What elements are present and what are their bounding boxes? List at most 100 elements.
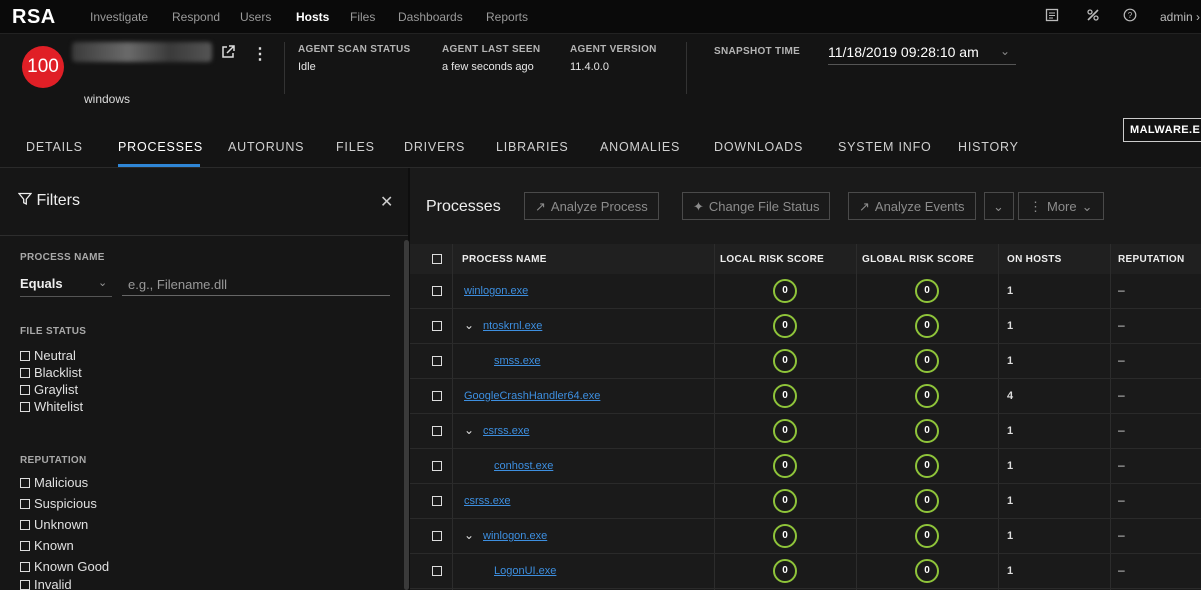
- checkbox[interactable]: [20, 580, 30, 590]
- analyze-events-dropdown[interactable]: ⌄: [984, 192, 1014, 220]
- expand-chevron-icon[interactable]: ⌄: [464, 318, 474, 332]
- tools-icon[interactable]: [1085, 8, 1101, 24]
- tab-files[interactable]: FILES: [336, 140, 375, 154]
- snapshot-time-select[interactable]: 11/18/2019 09:28:10 am: [828, 44, 979, 60]
- tab-libraries[interactable]: LIBRARIES: [496, 140, 569, 154]
- reputation-suspicious[interactable]: Suspicious: [20, 496, 97, 511]
- analyze-process-button[interactable]: ↗ Analyze Process: [524, 192, 659, 220]
- checkbox[interactable]: [20, 520, 30, 530]
- table-row[interactable]: ⌄ ntoskrnl.exe 0 0 1 –: [410, 309, 1201, 344]
- malware-button[interactable]: MALWARE.E: [1123, 118, 1201, 142]
- row-checkbox[interactable]: [432, 531, 442, 541]
- checkbox[interactable]: [20, 385, 30, 395]
- process-name-link[interactable]: csrss.exe: [483, 425, 529, 437]
- file-status-blacklist[interactable]: Blacklist: [20, 365, 82, 380]
- process-name-link[interactable]: LogonUI.exe: [494, 565, 556, 577]
- rsa-logo[interactable]: RSA: [12, 6, 56, 29]
- chevron-down-icon: ⌄: [1081, 199, 1093, 214]
- chevron-down-icon[interactable]: ⌄: [1000, 44, 1010, 58]
- col-on-hosts[interactable]: ON HOSTS: [1007, 254, 1062, 265]
- checkbox[interactable]: [20, 541, 30, 551]
- nav-respond[interactable]: Respond: [172, 10, 220, 24]
- filters-scrollbar[interactable]: [404, 240, 409, 590]
- tab-downloads[interactable]: DOWNLOADS: [714, 140, 803, 154]
- checkbox[interactable]: [20, 478, 30, 488]
- file-status-graylist[interactable]: Graylist: [20, 382, 78, 397]
- tab-system-info[interactable]: SYSTEM INFO: [838, 140, 932, 154]
- checkbox[interactable]: [20, 562, 30, 572]
- process-name-input[interactable]: [122, 274, 390, 296]
- reputation-value: –: [1118, 318, 1125, 332]
- row-checkbox[interactable]: [432, 461, 442, 471]
- filter-icon: [17, 192, 33, 209]
- reputation-invalid[interactable]: Invalid: [20, 577, 72, 590]
- reputation-malicious[interactable]: Malicious: [20, 475, 88, 490]
- user-menu[interactable]: admin ›: [1160, 10, 1200, 24]
- chevron-down-icon[interactable]: ⌄: [98, 276, 107, 289]
- table-row[interactable]: winlogon.exe 0 0 1 –: [410, 274, 1201, 309]
- table-header: PROCESS NAME LOCAL RISK SCORE GLOBAL RIS…: [410, 244, 1201, 274]
- table-row[interactable]: csrss.exe 0 0 1 –: [410, 484, 1201, 519]
- reputation-known-good[interactable]: Known Good: [20, 559, 109, 574]
- process-name-link[interactable]: winlogon.exe: [464, 285, 528, 297]
- table-row[interactable]: smss.exe 0 0 1 –: [410, 344, 1201, 379]
- close-icon[interactable]: ✕: [380, 192, 393, 212]
- nav-users[interactable]: Users: [240, 10, 271, 24]
- more-options-icon[interactable]: ⋮: [252, 44, 268, 64]
- col-process-name[interactable]: PROCESS NAME: [462, 254, 547, 265]
- row-checkbox[interactable]: [432, 356, 442, 366]
- col-reputation[interactable]: REPUTATION: [1118, 254, 1185, 265]
- nav-dashboards[interactable]: Dashboards: [398, 10, 463, 24]
- external-link-icon[interactable]: [220, 44, 236, 65]
- row-checkbox[interactable]: [432, 566, 442, 576]
- checkbox[interactable]: [20, 351, 30, 361]
- divider: [686, 42, 687, 94]
- tab-processes[interactable]: PROCESSES: [118, 140, 203, 154]
- more-button[interactable]: ⋮ More ⌄: [1018, 192, 1104, 220]
- select-all-checkbox[interactable]: [432, 254, 442, 264]
- row-checkbox[interactable]: [432, 391, 442, 401]
- process-name-link[interactable]: smss.exe: [494, 355, 540, 367]
- file-status-neutral[interactable]: Neutral: [20, 348, 76, 363]
- process-name-link[interactable]: ntoskrnl.exe: [483, 320, 542, 332]
- nav-investigate[interactable]: Investigate: [90, 10, 148, 24]
- nav-hosts[interactable]: Hosts: [296, 10, 329, 24]
- col-global-risk-score[interactable]: GLOBAL RISK SCORE: [862, 254, 974, 265]
- col-local-risk-score[interactable]: LOCAL RISK SCORE: [720, 254, 824, 265]
- table-row[interactable]: ⌄ csrss.exe 0 0 1 –: [410, 414, 1201, 449]
- analyze-events-button[interactable]: ↗ Analyze Events: [848, 192, 976, 220]
- table-row[interactable]: conhost.exe 0 0 1 –: [410, 449, 1201, 484]
- tab-autoruns[interactable]: AUTORUNS: [228, 140, 304, 154]
- help-icon[interactable]: ?: [1122, 8, 1138, 24]
- expand-chevron-icon[interactable]: ⌄: [464, 423, 474, 437]
- row-checkbox[interactable]: [432, 496, 442, 506]
- operator-select[interactable]: Equals: [20, 276, 63, 291]
- checkbox[interactable]: [20, 368, 30, 378]
- table-row[interactable]: LogonUI.exe 0 0 1 –: [410, 554, 1201, 589]
- process-name-link[interactable]: csrss.exe: [464, 495, 510, 507]
- tab-anomalies[interactable]: ANOMALIES: [600, 140, 680, 154]
- nav-reports[interactable]: Reports: [486, 10, 528, 24]
- reputation-known[interactable]: Known: [20, 538, 74, 553]
- tab-details[interactable]: DETAILS: [26, 140, 83, 154]
- notes-icon[interactable]: [1044, 8, 1060, 24]
- row-checkbox[interactable]: [432, 426, 442, 436]
- local-risk-score-badge: 0: [773, 314, 797, 338]
- table-row[interactable]: GoogleCrashHandler64.exe 0 0 4 –: [410, 379, 1201, 414]
- tab-drivers[interactable]: DRIVERS: [404, 140, 465, 154]
- checkbox[interactable]: [20, 499, 30, 509]
- checkbox[interactable]: [20, 402, 30, 412]
- process-name-link[interactable]: winlogon.exe: [483, 530, 547, 542]
- tab-history[interactable]: HISTORY: [958, 140, 1019, 154]
- row-checkbox[interactable]: [432, 286, 442, 296]
- row-checkbox[interactable]: [432, 321, 442, 331]
- table-row[interactable]: ⌄ winlogon.exe 0 0 1 –: [410, 519, 1201, 554]
- change-file-status-button[interactable]: ✦ Change File Status: [682, 192, 831, 220]
- local-risk-score-badge: 0: [773, 524, 797, 548]
- process-name-link[interactable]: GoogleCrashHandler64.exe: [464, 390, 600, 402]
- nav-files[interactable]: Files: [350, 10, 375, 24]
- reputation-unknown[interactable]: Unknown: [20, 517, 88, 532]
- file-status-whitelist[interactable]: Whitelist: [20, 399, 83, 414]
- expand-chevron-icon[interactable]: ⌄: [464, 528, 474, 542]
- process-name-link[interactable]: conhost.exe: [494, 460, 553, 472]
